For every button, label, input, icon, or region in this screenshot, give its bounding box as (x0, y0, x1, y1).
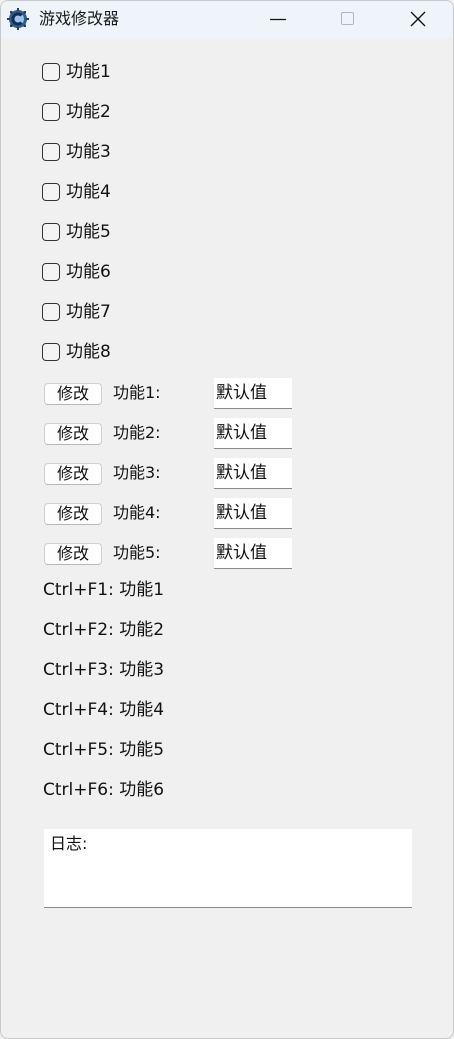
checkbox-feature-6[interactable]: 功能6 (42, 261, 111, 283)
checkbox-label: 功能8 (66, 342, 111, 362)
modify-button[interactable]: 修改 (44, 543, 102, 565)
hotkey-label: Ctrl+F5: 功能5 (43, 740, 165, 760)
title-bar[interactable]: 游戏修改器 (1, 1, 453, 38)
checkbox-box[interactable] (42, 343, 60, 361)
modifier-label: 功能5: (113, 543, 161, 562)
checkbox-label: 功能3 (66, 142, 111, 162)
modify-button[interactable]: 修改 (44, 463, 102, 485)
modifier-label: 功能2: (113, 423, 161, 442)
close-icon (410, 11, 426, 27)
modifier-value-input[interactable]: 默认值 (214, 498, 292, 529)
log-label: 日志: (50, 834, 88, 853)
checkbox-feature-5[interactable]: 功能5 (42, 221, 111, 243)
checkbox-box[interactable] (42, 63, 60, 81)
modify-button[interactable]: 修改 (44, 383, 102, 405)
cheat-engine-icon[interactable] (7, 8, 29, 30)
checkbox-box[interactable] (42, 263, 60, 281)
modifier-value-input[interactable]: 默认值 (214, 418, 292, 449)
maximize-button[interactable] (313, 1, 383, 38)
checkbox-feature-7[interactable]: 功能7 (42, 301, 111, 323)
hotkey-label: Ctrl+F6: 功能6 (43, 780, 165, 800)
window-title: 游戏修改器 (39, 9, 120, 28)
modify-button[interactable]: 修改 (44, 423, 102, 445)
minimize-icon (270, 18, 286, 21)
modifier-label: 功能1: (113, 383, 161, 402)
modify-button[interactable]: 修改 (44, 503, 102, 525)
hotkey-label: Ctrl+F2: 功能2 (43, 620, 165, 640)
checkbox-label: 功能2 (66, 102, 111, 122)
checkbox-label: 功能4 (66, 182, 111, 202)
checkbox-feature-8[interactable]: 功能8 (42, 341, 111, 363)
modifier-value-input[interactable]: 默认值 (214, 458, 292, 489)
checkbox-label: 功能1 (66, 62, 111, 82)
checkbox-feature-1[interactable]: 功能1 (42, 61, 111, 83)
hotkey-label: Ctrl+F3: 功能3 (43, 660, 165, 680)
checkbox-feature-4[interactable]: 功能4 (42, 181, 111, 203)
modifier-label: 功能3: (113, 463, 161, 482)
hotkey-label: Ctrl+F4: 功能4 (43, 700, 165, 720)
close-button[interactable] (383, 1, 453, 38)
checkbox-box[interactable] (42, 183, 60, 201)
modifier-value-input[interactable]: 默认值 (214, 378, 292, 409)
checkbox-label: 功能6 (66, 262, 111, 282)
checkbox-box[interactable] (42, 303, 60, 321)
hotkey-label: Ctrl+F1: 功能1 (43, 580, 165, 600)
modifier-value-input[interactable]: 默认值 (214, 538, 292, 569)
log-textarea[interactable]: 日志: (44, 829, 412, 908)
checkbox-label: 功能7 (66, 302, 111, 322)
checkbox-box[interactable] (42, 223, 60, 241)
checkbox-label: 功能5 (66, 222, 111, 242)
checkbox-box[interactable] (42, 143, 60, 161)
minimize-button[interactable] (243, 1, 313, 38)
checkbox-feature-2[interactable]: 功能2 (42, 101, 111, 123)
checkbox-feature-3[interactable]: 功能3 (42, 141, 111, 163)
maximize-icon (341, 12, 354, 25)
modifier-label: 功能4: (113, 503, 161, 522)
checkbox-box[interactable] (42, 103, 60, 121)
app-window: 游戏修改器 功能1 功能2 功能3 功能4 功能5 功能6 功能7 功能8 修改… (0, 0, 454, 1039)
